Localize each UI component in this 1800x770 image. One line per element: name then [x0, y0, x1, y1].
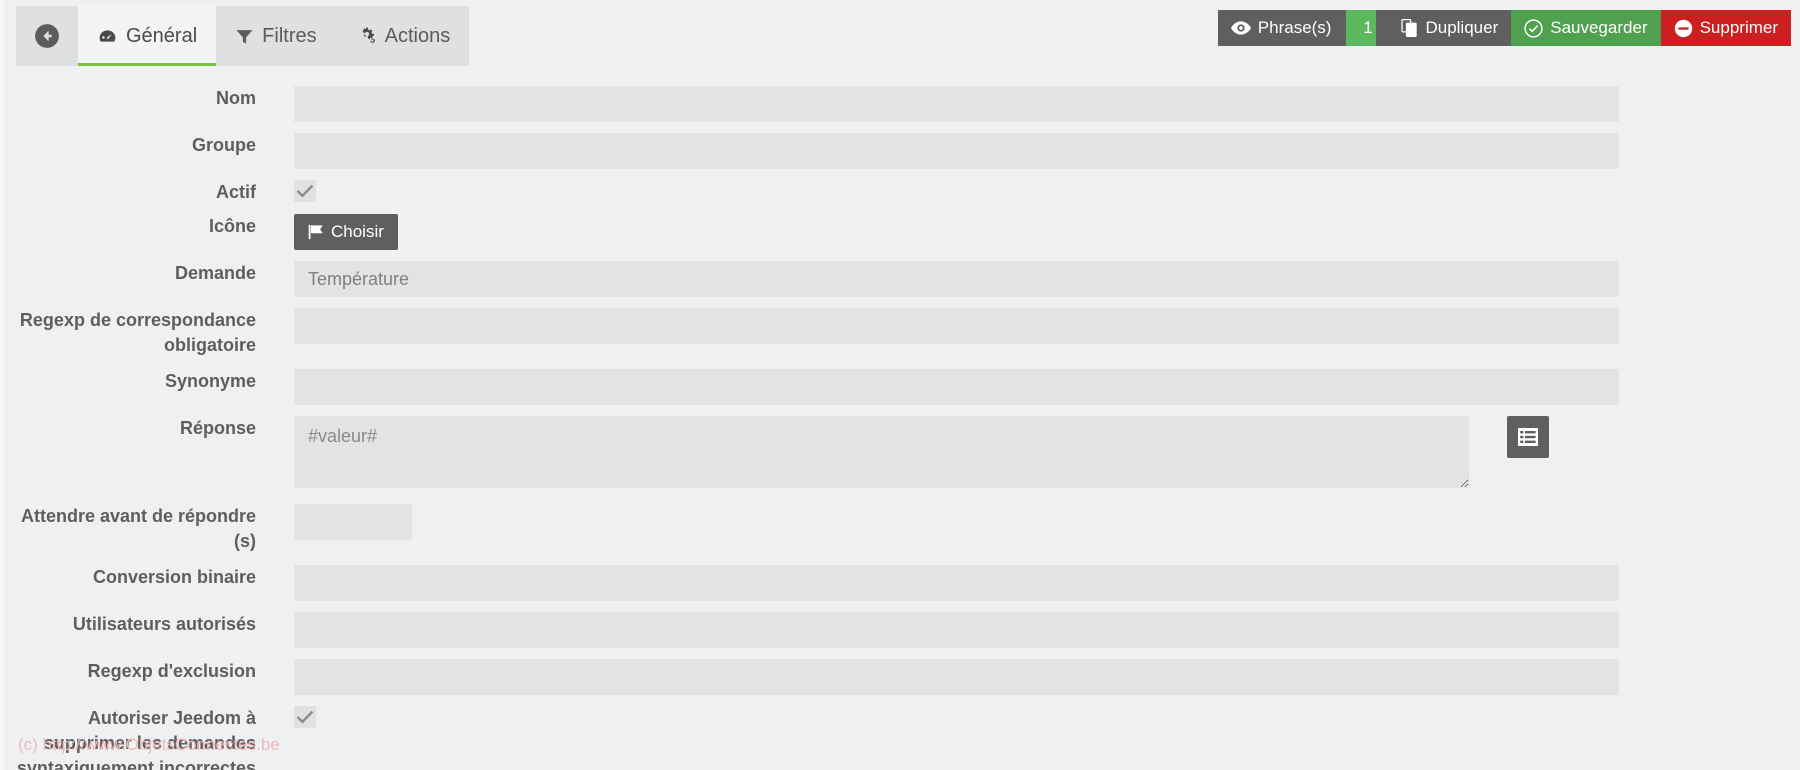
label-autoriser-suppression: Autoriser Jeedom à supprimer les demande… — [16, 708, 256, 770]
gears-icon — [355, 26, 377, 46]
tab-filtres-label: Filtres — [262, 24, 317, 47]
action-buttons: Phrase(s) 1 Dupliquer Sauvegarder Suppri… — [1217, 10, 1791, 46]
field-row-regexp-exclusion: Regexp d'exclusion — [4, 659, 1800, 695]
conversion-binaire-input[interactable] — [294, 565, 1619, 601]
check-circle-icon — [1524, 18, 1543, 38]
field-row-reponse: Réponse — [4, 416, 1800, 488]
delete-button[interactable]: Supprimer — [1660, 10, 1791, 46]
tab-strip: Général Filtres Actions — [16, 6, 470, 66]
duplicate-button[interactable]: Dupliquer — [1388, 10, 1512, 46]
phrases-label: Phrase(s) — [1257, 18, 1332, 37]
synonyme-input[interactable] — [294, 369, 1619, 405]
toolbar-spacer — [1376, 10, 1389, 46]
arrow-left-circle-icon — [34, 23, 60, 49]
general-form: Nom Groupe Actif Icône Choisir Demande T… — [4, 73, 1800, 770]
save-label: Sauvegarder — [1550, 18, 1648, 37]
field-row-actif: Actif — [4, 180, 1800, 205]
field-row-autoriser-suppression: Autoriser Jeedom à supprimer les demande… — [4, 706, 1800, 770]
label-synonyme: Synonyme — [164, 371, 256, 391]
field-row-utilisateurs: Utilisateurs autorisés — [4, 612, 1800, 648]
field-row-synonyme: Synonyme — [4, 369, 1800, 405]
back-button[interactable] — [16, 6, 78, 66]
dashboard-icon — [97, 26, 118, 47]
save-button[interactable]: Sauvegarder — [1511, 10, 1661, 46]
check-icon — [296, 710, 314, 724]
utilisateurs-input[interactable] — [294, 612, 1619, 648]
label-conversion-binaire: Conversion binaire — [92, 567, 256, 587]
autoriser-suppression-checkbox[interactable] — [294, 706, 316, 728]
groupe-input[interactable] — [294, 133, 1619, 169]
label-actif: Actif — [216, 182, 256, 202]
label-regexp-correspondance: Regexp de correspondance obligatoire — [19, 310, 256, 355]
delete-label: Supprimer — [1699, 18, 1778, 37]
tab-filtres[interactable]: Filtres — [216, 6, 336, 66]
field-row-groupe: Groupe — [4, 133, 1800, 169]
reponse-list-button[interactable] — [1507, 416, 1549, 458]
choose-icon-button[interactable]: Choisir — [294, 214, 398, 250]
actif-checkbox[interactable] — [294, 180, 316, 202]
reponse-textarea[interactable] — [294, 416, 1469, 488]
field-row-demande: Demande — [4, 261, 1800, 297]
field-row-attendre: Attendre avant de répondre (s) — [4, 504, 1800, 554]
duplicate-label: Dupliquer — [1425, 18, 1499, 37]
phrases-button[interactable]: Phrase(s) 1 — [1217, 10, 1390, 46]
field-row-regexp-correspondance: Regexp de correspondance obligatoire — [4, 308, 1800, 358]
copy-icon — [1401, 19, 1418, 37]
label-utilisateurs: Utilisateurs autorisés — [72, 614, 256, 634]
filter-icon — [235, 27, 254, 46]
minus-circle-icon — [1674, 19, 1693, 38]
field-row-icone: Icône Choisir — [4, 214, 1800, 250]
label-nom: Nom — [216, 88, 256, 108]
eye-icon — [1230, 21, 1251, 35]
check-icon — [296, 184, 314, 198]
regexp-exclusion-input[interactable] — [294, 659, 1619, 695]
label-groupe: Groupe — [191, 135, 256, 155]
tab-actions[interactable]: Actions — [335, 6, 470, 66]
field-row-nom: Nom — [4, 86, 1800, 122]
tab-general[interactable]: Général — [78, 6, 217, 66]
tab-general-label: Général — [126, 24, 198, 47]
top-bar: Général Filtres Actions Phrase(s) 1 Dupl… — [4, 0, 1800, 73]
list-icon — [1517, 426, 1539, 448]
demande-input[interactable] — [294, 261, 1619, 297]
label-attendre: Attendre avant de répondre (s) — [20, 506, 256, 551]
label-regexp-exclusion: Regexp d'exclusion — [87, 661, 256, 681]
label-icone: Icône — [208, 216, 256, 236]
reponse-control-group — [294, 416, 1800, 488]
choose-icon-label: Choisir — [331, 222, 384, 241]
label-demande: Demande — [174, 263, 256, 283]
tab-actions-label: Actions — [384, 24, 451, 47]
nom-input[interactable] — [294, 86, 1619, 122]
label-reponse: Réponse — [179, 418, 256, 438]
attendre-input[interactable] — [294, 504, 412, 540]
regexp-correspondance-input[interactable] — [294, 308, 1619, 344]
field-row-conversion-binaire: Conversion binaire — [4, 565, 1800, 601]
application-window: Général Filtres Actions Phrase(s) 1 Dupl… — [0, 0, 1800, 770]
flag-icon — [308, 224, 324, 240]
